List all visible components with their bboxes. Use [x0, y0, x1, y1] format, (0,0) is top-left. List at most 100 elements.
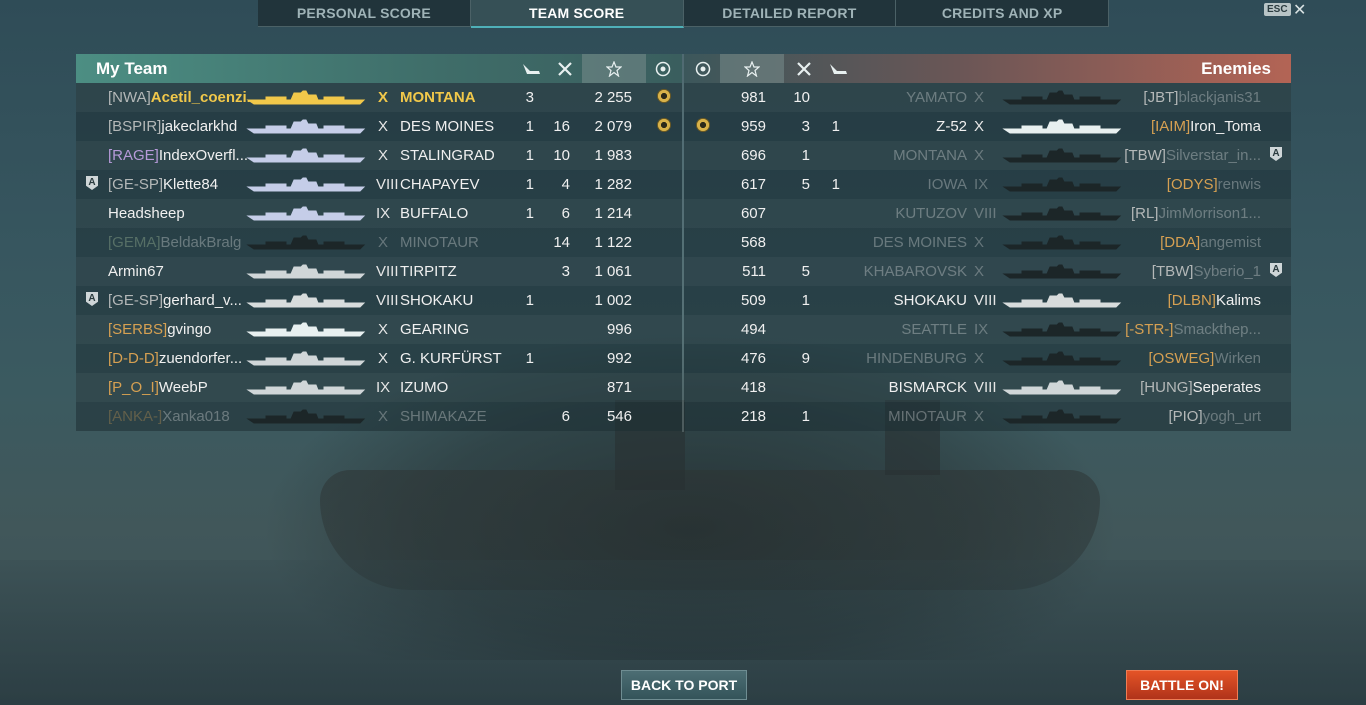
- ship-silhouette: [246, 263, 366, 279]
- ship-name: G. KURFÜRST: [400, 350, 502, 367]
- ship-name: BISMARCK: [888, 379, 967, 396]
- ships-destroyed-count: 3: [561, 263, 570, 280]
- base-xp-score: 418: [740, 379, 766, 396]
- ship-name: MONTANA: [893, 147, 967, 164]
- ships-destroyed-count: 5: [801, 176, 810, 193]
- planes-shot-down-count: 1: [831, 176, 840, 193]
- achievement-medal-icon: [646, 54, 680, 83]
- back-to-port-button[interactable]: BACK TO PORT: [621, 670, 747, 700]
- table-row[interactable]: 476 9 HINDENBURG X [OSWEG]Wirken: [684, 344, 1291, 373]
- clan-tag: [GE-SP]: [108, 176, 164, 193]
- player-name: renwis: [1217, 176, 1261, 193]
- clan-tag: [ANKA-]: [108, 408, 163, 425]
- ship-tier: VIII: [974, 379, 997, 396]
- table-row[interactable]: 568 DES MOINES X [DDA]angemist: [684, 228, 1291, 257]
- ship-name: DES MOINES: [872, 234, 967, 251]
- table-row[interactable]: 494 SEATTLE IX [-STR-]Smackthep...: [684, 315, 1291, 344]
- player-name: yogh_urt: [1202, 408, 1261, 425]
- base-xp-score: 2 255: [594, 89, 632, 106]
- clan-tag: [RL]: [1130, 205, 1159, 222]
- table-row[interactable]: [NWA]Acetil_coenzi... X MONTANA 3 2 255: [76, 83, 682, 112]
- player-name: Xanka018: [162, 408, 230, 425]
- table-row[interactable]: [ANKA-]Xanka018 X SHIMAKAZE 6 546: [76, 402, 682, 431]
- table-row[interactable]: 218 1 MINOTAUR X [PIO]yogh_urt: [684, 402, 1291, 431]
- ships-destroyed-count: 4: [561, 176, 570, 193]
- table-row[interactable]: Headsheep IX BUFFALO 1 6 1 214: [76, 199, 682, 228]
- ship-silhouette: [1002, 379, 1122, 395]
- table-row[interactable]: 511 5 KHABAROVSK X [TBW]Syberio_1 A: [684, 257, 1291, 286]
- clan-tag: [GE-SP]: [108, 292, 164, 309]
- ship-name: KHABAROVSK: [863, 263, 967, 280]
- table-row[interactable]: Armin67 VIII TIRPITZ 3 1 061: [76, 257, 682, 286]
- enemies-title: Enemies: [1201, 59, 1271, 78]
- ship-tier: X: [377, 234, 388, 251]
- ship-name: KUTUZOV: [895, 205, 967, 222]
- table-row[interactable]: 696 1 MONTANA X [TBW]Silverstar_in... A: [684, 141, 1291, 170]
- player-name-cell: [BSPIR]jakeclarkhd: [108, 118, 237, 135]
- base-xp-score: 568: [740, 234, 766, 251]
- ship-silhouette: [1002, 89, 1122, 105]
- ship-name: Z-52: [936, 118, 967, 135]
- player-name-cell: [RAGE]IndexOverfl...: [108, 147, 248, 164]
- tab-credits-and-xp[interactable]: CREDITS AND XP: [896, 0, 1109, 27]
- ship-silhouette: [1002, 350, 1122, 366]
- ship-name: MINOTAUR: [888, 408, 967, 425]
- ship-name: STALINGRAD: [400, 147, 495, 164]
- table-row[interactable]: 959 3 1 Z-52 X [IAIM]Iron_Toma: [684, 112, 1291, 141]
- table-row[interactable]: 617 5 1 IOWA IX [ODYS]renwis: [684, 170, 1291, 199]
- ship-silhouette: [1002, 118, 1122, 134]
- division-icon: A: [1270, 263, 1282, 277]
- table-row[interactable]: [SERBS]gvingo X GEARING 996: [76, 315, 682, 344]
- player-name-cell: [GEMA]BeldakBralg: [108, 234, 241, 251]
- ship-silhouette: [246, 147, 366, 163]
- table-row[interactable]: A [GE-SP]gerhard_v... VIII SHOKAKU 1 1 002: [76, 286, 682, 315]
- close-icon[interactable]: ✕: [1293, 0, 1306, 20]
- clan-tag: [OSWEG]: [1148, 350, 1215, 367]
- base-xp-score: 1 122: [594, 234, 632, 251]
- tab-team-score[interactable]: TEAM SCORE: [470, 0, 684, 28]
- table-row[interactable]: A [GE-SP]Klette84 VIII CHAPAYEV 1 4 1 282: [76, 170, 682, 199]
- clan-tag: [HUNG]: [1140, 379, 1193, 396]
- division-icon: A: [86, 176, 98, 190]
- player-name-cell: [GE-SP]Klette84: [108, 176, 218, 193]
- ship-name: YAMATO: [906, 89, 967, 106]
- player-name: angemist: [1200, 234, 1261, 251]
- player-name-cell: [DLBN]Kalims: [1168, 292, 1261, 309]
- ships-destroyed-count: 6: [561, 205, 570, 222]
- planes-shot-down-count: 1: [525, 205, 534, 222]
- ship-tier: X: [377, 147, 388, 164]
- table-row[interactable]: 981 10 YAMATO X [JBT]blackjanis31: [684, 83, 1291, 112]
- ship-tier: VIII: [974, 205, 997, 222]
- battle-on-button[interactable]: BATTLE ON!: [1126, 670, 1238, 700]
- base-xp-score: 617: [740, 176, 766, 193]
- clan-tag: [BSPIR]: [108, 118, 162, 135]
- esc-key-hint: ESC: [1264, 3, 1291, 16]
- player-name-cell: [D-D-D]zuendorfer...: [108, 350, 242, 367]
- table-row[interactable]: [GEMA]BeldakBralg X MINOTAUR 14 1 122: [76, 228, 682, 257]
- ships-destroyed-count: 3: [801, 118, 810, 135]
- base-xp-score: 696: [740, 147, 766, 164]
- ships-destroyed-count: 1: [801, 292, 810, 309]
- base-xp-score: 511: [742, 263, 766, 280]
- table-row[interactable]: [P_O_I]WeebP IX IZUMO 871: [76, 373, 682, 402]
- ship-silhouette: [246, 234, 366, 250]
- ship-name: HINDENBURG: [866, 350, 967, 367]
- base-xp-score: 959: [740, 118, 766, 135]
- ships-destroyed-count: 1: [801, 408, 810, 425]
- ship-silhouette: [1002, 321, 1122, 337]
- table-row[interactable]: [RAGE]IndexOverfl... X STALINGRAD 1 10 1 983: [76, 141, 682, 170]
- ship-tier: IX: [376, 379, 391, 396]
- division-icon: A: [1270, 147, 1282, 161]
- clan-tag: [RAGE]: [108, 147, 159, 164]
- table-row[interactable]: [BSPIR]jakeclarkhd X DES MOINES 1 16 2 079: [76, 112, 682, 141]
- table-row[interactable]: [D-D-D]zuendorfer... X G. KURFÜRST 1 992: [76, 344, 682, 373]
- ships-destroyed-count: 10: [793, 89, 810, 106]
- tab-detailed-report[interactable]: DETAILED REPORT: [683, 0, 897, 27]
- table-row[interactable]: 607 KUTUZOV VIII [RL]JimMorrison1...: [684, 199, 1291, 228]
- table-row[interactable]: 418 BISMARCK VIII [HUNG]Seperates: [684, 373, 1291, 402]
- table-row[interactable]: 509 1 SHOKAKU VIII [DLBN]Kalims: [684, 286, 1291, 315]
- tab-personal-score[interactable]: PERSONAL SCORE: [258, 0, 471, 27]
- planes-shot-down-count: 1: [525, 118, 534, 135]
- base-xp-score: 546: [606, 408, 632, 425]
- clan-tag: [TBW]: [1151, 263, 1194, 280]
